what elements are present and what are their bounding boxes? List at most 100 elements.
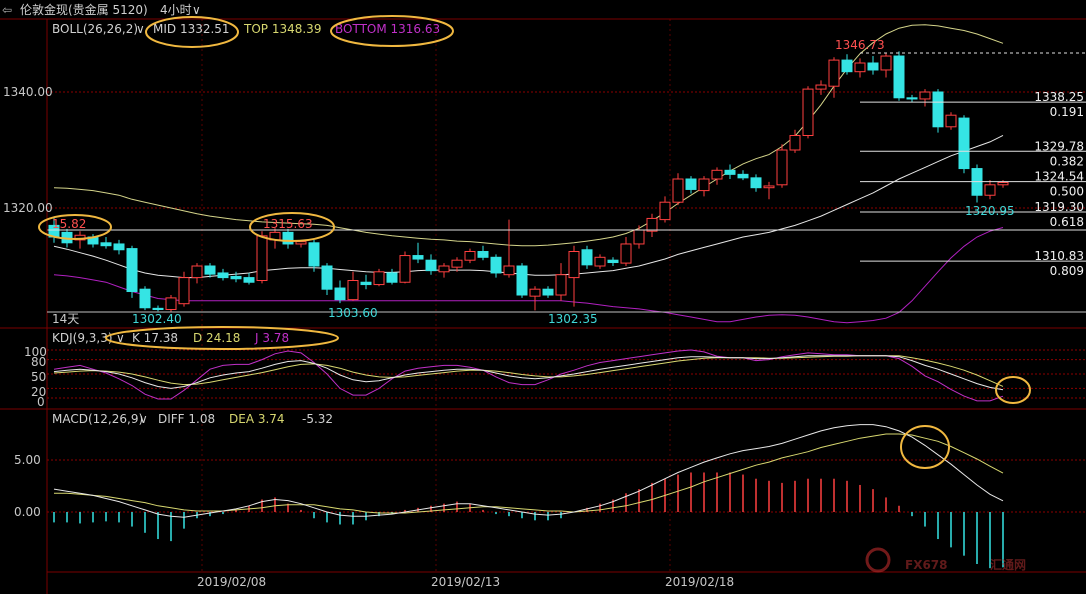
candle-body bbox=[945, 114, 957, 128]
candle-body bbox=[373, 271, 385, 286]
candle-body bbox=[997, 181, 1009, 186]
candle-body bbox=[100, 242, 112, 247]
chevron-down-icon[interactable]: ∨ bbox=[192, 3, 201, 17]
candle-body bbox=[815, 84, 827, 90]
kdj-k-value: K 17.38 bbox=[132, 331, 178, 345]
back-arrow-icon[interactable]: ⇦ bbox=[2, 3, 12, 17]
chevron-down-icon[interactable]: ∨ bbox=[136, 22, 145, 36]
boll-label[interactable]: BOLL(26,26,2) bbox=[52, 22, 138, 36]
watermark-brand: FX678 bbox=[905, 558, 948, 572]
candle-body bbox=[347, 280, 359, 301]
candle-body bbox=[750, 177, 762, 189]
macd-dea-value: DEA 3.74 bbox=[229, 412, 285, 426]
candle-body bbox=[737, 173, 749, 179]
gold-4h-chart: 1338.250.191 1329.780.382 1324.540.5001319… bbox=[0, 2, 1086, 594]
candle-body bbox=[828, 59, 840, 87]
low-annotation-mid2: 1302.35 bbox=[548, 312, 598, 326]
fib-ratio-label: 0.809 bbox=[1050, 264, 1084, 278]
high-annotation: 1346.73 bbox=[835, 38, 885, 52]
candle-body bbox=[230, 275, 242, 280]
candle-body bbox=[594, 256, 606, 267]
candle-body bbox=[152, 307, 164, 310]
fib-price-label: 1324.54 bbox=[1034, 170, 1084, 184]
fib-ratio-label: 0.191 bbox=[1050, 105, 1084, 119]
candle-body bbox=[386, 272, 398, 283]
kdj-j-value: J 3.78 bbox=[254, 331, 289, 345]
candle-body bbox=[906, 97, 918, 100]
macd-diff-value: DIFF 1.08 bbox=[158, 412, 215, 426]
price-tick-1320: 1320.00 bbox=[3, 201, 53, 215]
candle-body bbox=[685, 178, 697, 190]
price-tick-1340: 1340.00 bbox=[3, 85, 53, 99]
candle-body bbox=[165, 297, 177, 310]
fib-ratio-label: 0.618 bbox=[1050, 215, 1084, 229]
candle-body bbox=[555, 274, 567, 296]
candle-body bbox=[425, 259, 437, 272]
fourteen-days-label: 14天 bbox=[52, 312, 79, 326]
edge-annotation-left: 15.82 bbox=[52, 217, 86, 231]
kdj-tick-80: 80 bbox=[31, 355, 46, 369]
candle-body bbox=[477, 251, 489, 258]
watermark-cn: 汇通网 bbox=[990, 557, 1026, 572]
candle-body bbox=[633, 229, 645, 245]
candle-body bbox=[360, 281, 372, 286]
kdj-tick-50: 50 bbox=[31, 370, 46, 384]
candle-body bbox=[854, 62, 866, 73]
chevron-down-icon[interactable]: ∨ bbox=[139, 412, 148, 426]
instrument-title: 伦敦金现(贵金属 5120) bbox=[20, 2, 148, 17]
candle-body bbox=[503, 265, 515, 276]
fib-price-label: 1319.30 bbox=[1034, 200, 1084, 214]
plot-background bbox=[47, 19, 1086, 594]
candle-body bbox=[620, 243, 632, 264]
candle-body bbox=[178, 277, 190, 305]
candle-body bbox=[321, 265, 333, 290]
period-selector[interactable]: 4小时 bbox=[160, 3, 192, 17]
candle-body bbox=[217, 272, 229, 279]
candle-body bbox=[308, 242, 320, 267]
candle-body bbox=[919, 91, 931, 100]
candle-body bbox=[282, 231, 294, 245]
date-label-0213: 2019/02/13 bbox=[431, 575, 500, 589]
candle-body bbox=[399, 255, 411, 283]
low-annotation-left: 1302.40 bbox=[132, 312, 182, 326]
macd-label[interactable]: MACD(12,26,9) bbox=[52, 412, 143, 426]
macd-tick-0: 0.00 bbox=[14, 505, 41, 519]
candle-body bbox=[412, 255, 424, 260]
fib-price-label: 1329.78 bbox=[1034, 139, 1084, 153]
candle-body bbox=[867, 62, 879, 71]
candle-body bbox=[464, 251, 476, 261]
low-annotation-mid1: 1303.60 bbox=[328, 306, 378, 320]
macd-tick-5: 5.00 bbox=[14, 453, 41, 467]
fib-ratio-label: 0.382 bbox=[1050, 154, 1084, 168]
fib-price-label: 1338.25 bbox=[1034, 90, 1084, 104]
candle-body bbox=[191, 265, 203, 279]
candle-body bbox=[490, 256, 502, 274]
candle-body bbox=[243, 277, 255, 283]
candle-body bbox=[256, 235, 268, 281]
candle-body bbox=[672, 178, 684, 203]
candle-body bbox=[724, 169, 736, 175]
candle-body bbox=[646, 217, 658, 232]
candle-body bbox=[581, 249, 593, 266]
candle-body bbox=[776, 149, 788, 186]
candle-body bbox=[451, 259, 463, 268]
candle-body bbox=[880, 55, 892, 71]
candle-body bbox=[763, 185, 775, 189]
kdj-d-value: D 24.18 bbox=[193, 331, 240, 345]
candle-body bbox=[841, 59, 853, 73]
macd-histogram-value: -5.32 bbox=[302, 412, 333, 426]
candle-body bbox=[542, 288, 554, 296]
fib-ratio-label: 0.500 bbox=[1050, 185, 1084, 199]
candle-body bbox=[295, 241, 307, 245]
candle-body bbox=[438, 265, 450, 273]
candle-body bbox=[334, 287, 346, 301]
candle-body bbox=[789, 135, 801, 151]
candle-body bbox=[932, 91, 944, 128]
date-label-0218: 2019/02/18 bbox=[665, 575, 734, 589]
candle-body bbox=[802, 88, 814, 136]
candle-body bbox=[204, 265, 216, 275]
candle-body bbox=[568, 251, 580, 279]
candle-body bbox=[139, 288, 151, 309]
peak-annotation-left: 1315.63 bbox=[263, 217, 313, 231]
kdj-label[interactable]: KDJ(9,3,3) bbox=[52, 331, 113, 345]
